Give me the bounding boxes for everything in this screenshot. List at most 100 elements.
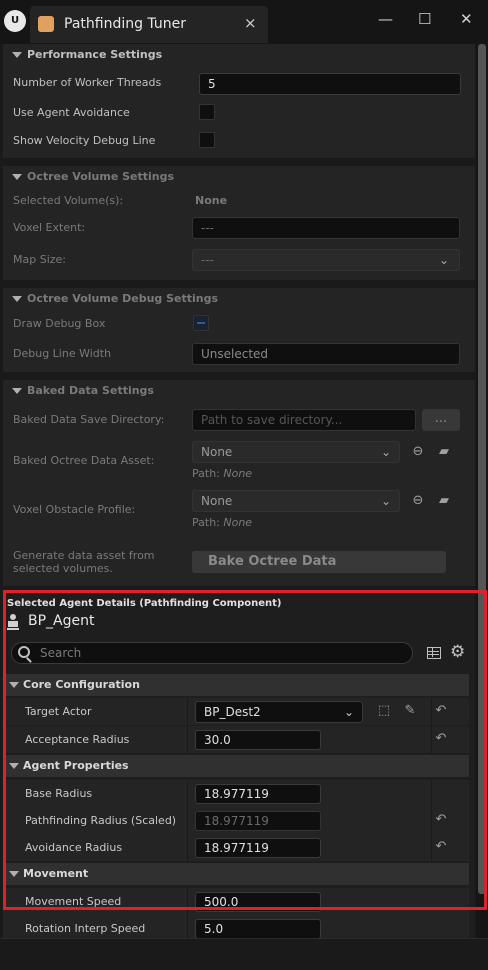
rotation-speed-input[interactable]: 5.0: [195, 919, 321, 939]
reset-to-default-icon[interactable]: ↶: [433, 812, 449, 828]
vertical-scrollbar[interactable]: [478, 44, 486, 894]
obstacle-profile-label: Voxel Obstacle Profile:: [13, 503, 136, 516]
unreal-logo-icon: U: [4, 10, 26, 32]
search-input[interactable]: Search: [11, 642, 413, 664]
reset-to-default-icon[interactable]: ↶: [433, 703, 449, 719]
tab-title: Pathfinding Tuner: [64, 16, 186, 32]
voxel-extent-label: Voxel Extent:: [13, 221, 86, 234]
acceptance-radius-label: Acceptance Radius: [25, 733, 130, 746]
voxel-extent-field: ---: [192, 217, 460, 239]
target-actor-label: Target Actor: [25, 705, 92, 718]
map-size-label: Map Size:: [13, 253, 66, 266]
save-dir-label: Baked Data Save Directory:: [13, 413, 165, 426]
pathfinding-radius-label: Pathfinding Radius (Scaled): [25, 814, 177, 827]
collapse-arrow-icon: [9, 871, 19, 877]
draw-debug-box-label: Draw Debug Box: [13, 317, 106, 330]
section-title: Baked Data Settings: [27, 384, 154, 397]
collapse-arrow-icon: [9, 682, 19, 688]
octree-asset-path: Path: None: [192, 467, 253, 480]
movement-speed-label: Movement Speed: [25, 895, 122, 908]
indeterminate-icon: [197, 322, 205, 324]
generate-label: Generate data asset from selected volume…: [13, 549, 155, 575]
tuner-icon: [38, 16, 54, 32]
category-agent-properties[interactable]: Agent Properties: [3, 755, 469, 777]
category-movement[interactable]: Movement: [3, 863, 469, 885]
browse-asset-folder-icon[interactable]: ▰: [436, 444, 452, 460]
avoidance-radius-label: Avoidance Radius: [25, 841, 123, 854]
agent-details-header: Selected Agent Details (Pathfinding Comp…: [7, 598, 282, 609]
reset-to-default-icon[interactable]: ↶: [433, 839, 449, 855]
section-title: Performance Settings: [27, 48, 163, 61]
target-actor-value: BP_Dest2: [204, 705, 261, 719]
use-selected-asset-icon[interactable]: ⊖: [410, 444, 426, 460]
octree-asset-dropdown[interactable]: None ⌄: [192, 441, 400, 463]
property-row-movement-speed: Movement Speed 500.0: [3, 888, 469, 915]
eyedropper-icon[interactable]: ✎: [402, 703, 418, 719]
tab-close-button[interactable]: ×: [244, 14, 257, 32]
pathfinding-radius-input: 18.977119: [195, 811, 321, 831]
velocity-debug-checkbox[interactable]: [199, 132, 215, 148]
acceptance-radius-input[interactable]: 30.0: [195, 730, 321, 750]
performance-settings-section: Performance Settings Number of Worker Th…: [3, 44, 475, 158]
save-dir-input[interactable]: Path to save directory...: [192, 409, 416, 431]
map-size-dropdown[interactable]: --- ⌄: [192, 249, 460, 271]
search-placeholder: Search: [40, 646, 82, 660]
table-view-icon[interactable]: [427, 647, 441, 659]
browse-button[interactable]: ...: [422, 409, 460, 431]
worker-threads-input[interactable]: 5: [199, 73, 461, 95]
map-size-value: ---: [201, 253, 214, 267]
obstacle-profile-dropdown[interactable]: None ⌄: [192, 490, 400, 512]
octree-volume-section: Octree Volume Settings Selected Volume(s…: [3, 166, 475, 280]
chevron-down-icon: ⌄: [343, 705, 354, 719]
movement-speed-input[interactable]: 500.0: [195, 892, 321, 912]
octree-asset-label: Baked Octree Data Asset:: [13, 454, 155, 467]
section-title: Octree Volume Debug Settings: [27, 292, 219, 305]
selected-volumes-label: Selected Volume(s):: [13, 194, 124, 207]
chevron-down-icon: ⌄: [438, 253, 449, 267]
save-dir-placeholder: Path to save directory...: [201, 413, 343, 427]
search-icon: [18, 646, 30, 658]
agent-details-section: Selected Agent Details (Pathfinding Comp…: [3, 590, 475, 970]
use-selected-profile-icon[interactable]: ⊖: [410, 493, 426, 509]
minimize-button[interactable]: —: [378, 10, 393, 28]
base-radius-label: Base Radius: [25, 787, 93, 800]
section-title: Octree Volume Settings: [27, 170, 175, 183]
debug-line-width-label: Debug Line Width: [13, 347, 112, 360]
debug-line-width-input[interactable]: Unselected: [192, 343, 460, 365]
rotation-speed-label: Rotation Interp Speed: [25, 922, 146, 935]
collapse-arrow-icon[interactable]: [12, 296, 22, 302]
collapse-arrow-icon[interactable]: [12, 174, 22, 180]
tab-pathfinding-tuner[interactable]: Pathfinding Tuner ×: [30, 6, 268, 43]
agent-avoidance-checkbox[interactable]: [199, 104, 215, 120]
agent-avoidance-label: Use Agent Avoidance: [13, 106, 130, 119]
close-window-button[interactable]: ✕: [460, 10, 473, 28]
octree-debug-section: Octree Volume Debug Settings Draw Debug …: [3, 288, 475, 372]
chevron-down-icon: ⌄: [380, 445, 391, 459]
draw-debug-box-checkbox[interactable]: [193, 315, 209, 331]
baked-data-section: Baked Data Settings Baked Data Save Dire…: [3, 380, 475, 586]
collapse-arrow-icon[interactable]: [12, 388, 22, 394]
obstacle-profile-path: Path: None: [192, 516, 253, 529]
target-actor-dropdown[interactable]: BP_Dest2 ⌄: [195, 701, 363, 723]
actor-icon: [7, 614, 19, 630]
collapse-arrow-icon: [9, 763, 19, 769]
property-row-target-actor: Target Actor BP_Dest2 ⌄ ⬚ ✎ ↶: [3, 698, 469, 725]
maximize-button[interactable]: ☐: [418, 10, 431, 28]
avoidance-radius-input[interactable]: 18.977119: [195, 838, 321, 858]
selected-volumes-value: None: [195, 194, 228, 207]
property-row-base-radius: Base Radius 18.977119: [3, 780, 469, 807]
reset-to-default-icon[interactable]: ↶: [433, 731, 449, 747]
worker-threads-label: Number of Worker Threads: [13, 76, 162, 89]
base-radius-input[interactable]: 18.977119: [195, 784, 321, 804]
agent-name: BP_Agent: [28, 613, 95, 629]
select-actor-icon[interactable]: ⬚: [376, 703, 392, 719]
property-row-acceptance-radius: Acceptance Radius 30.0 ↶: [3, 726, 469, 753]
property-row-avoidance-radius: Avoidance Radius 18.977119 ↶: [3, 834, 469, 861]
collapse-arrow-icon[interactable]: [12, 52, 22, 58]
title-bar: U Pathfinding Tuner × — ☐ ✕: [0, 0, 488, 44]
browse-profile-folder-icon[interactable]: ▰: [436, 493, 452, 509]
bake-octree-button[interactable]: Bake Octree Data: [192, 551, 446, 573]
category-core-configuration[interactable]: Core Configuration: [3, 674, 469, 696]
gear-icon[interactable]: ⚙: [450, 642, 465, 662]
obstacle-profile-value: None: [201, 494, 233, 508]
